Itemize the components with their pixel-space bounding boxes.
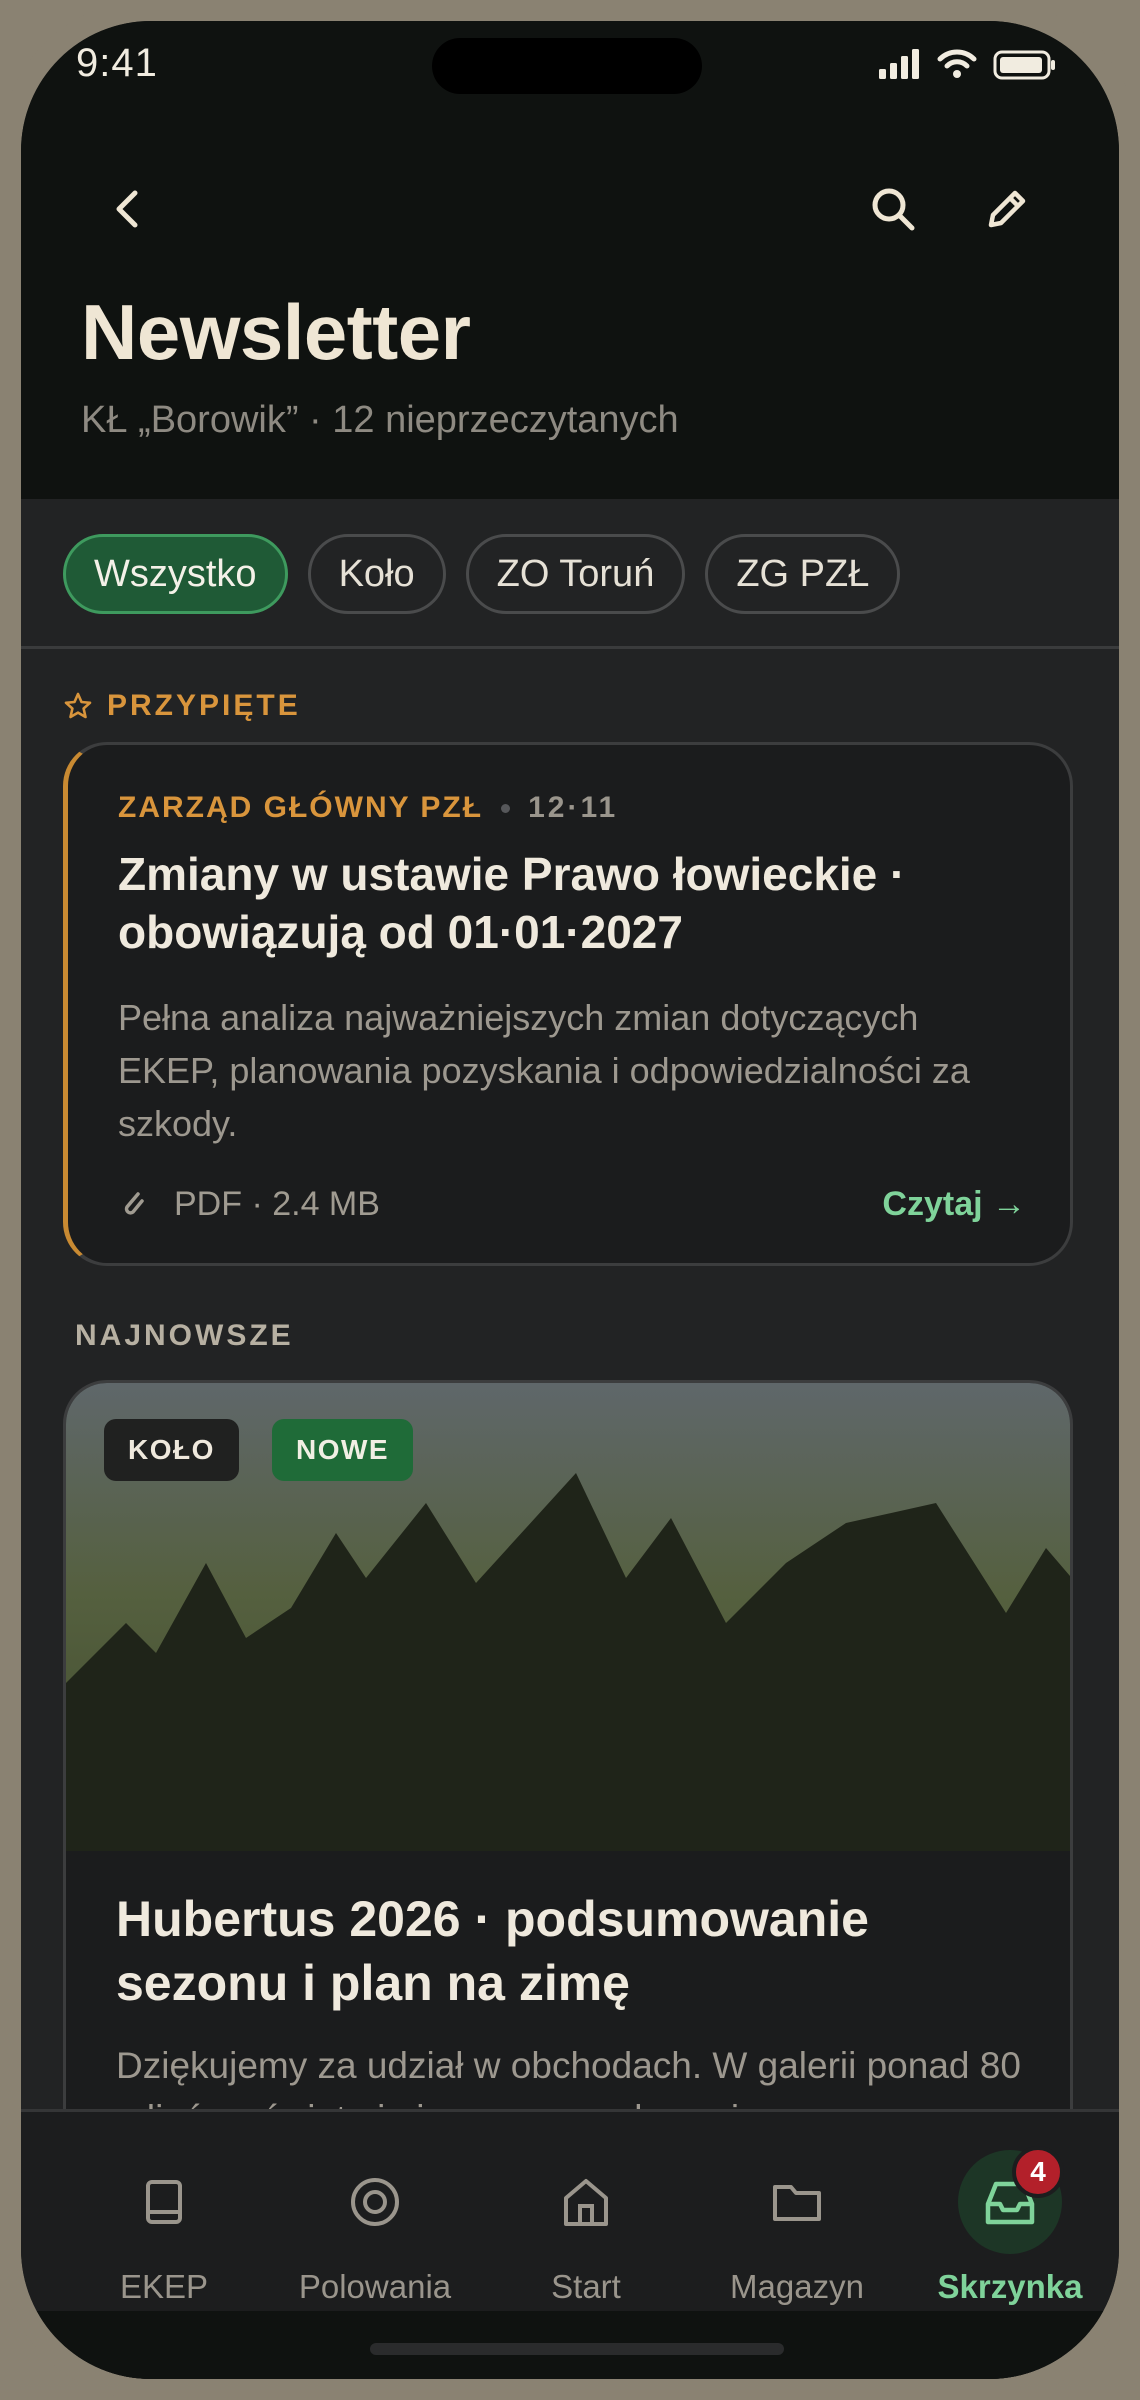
pinned-card-body: Pełna analiza najważniejszych zmian doty… (118, 997, 970, 1144)
home-icon (564, 2179, 608, 2226)
app-screen: 9:41 Newsletter KŁ „Borowik” · 12 nieprz… (21, 21, 1119, 2379)
badge-new: NOWE (272, 1419, 414, 1481)
chip-kolo[interactable]: Koło (307, 534, 446, 614)
pinned-card-title: Zmiany w ustawie Prawo łowieckie · obowi… (118, 848, 906, 958)
search-icon (872, 188, 915, 231)
pinned-section-header: PRZYPIĘTE (63, 689, 301, 723)
attachment-info: PDF · 2.4 MB (174, 1185, 380, 1223)
meta-separator (501, 803, 511, 813)
pinned-card[interactable]: ZARZĄD GŁÓWNY PZŁ 12·11 Zmiany w ustawie… (63, 742, 1073, 1266)
pinned-card-source: ZARZĄD GŁÓWNY PZŁ (118, 791, 484, 824)
nav-item-magazyn[interactable]: Magazyn (702, 2112, 892, 2312)
target-icon (351, 2178, 399, 2226)
nav-label-polowania: Polowania (298, 2268, 452, 2305)
folder-icon (773, 2185, 821, 2221)
pinned-card-attachment[interactable]: PDF · 2.4 MB (118, 1185, 380, 1224)
star-icon (64, 692, 92, 719)
unread-badge: 4 (1012, 2146, 1064, 2198)
nav-label-start: Start (551, 2268, 621, 2305)
nav-item-start[interactable]: Start (491, 2112, 681, 2312)
badge-kolo: KOŁO (104, 1419, 239, 1481)
status-time: 9:41 (76, 41, 158, 85)
signal-icon (879, 49, 919, 79)
page-title: Newsletter (81, 288, 471, 376)
back-icon (116, 190, 138, 228)
battery-icon (993, 50, 1055, 80)
dynamic-island (432, 38, 702, 94)
status-bar: 9:41 (21, 21, 1119, 131)
pinned-card-date: 12·11 (528, 791, 619, 824)
news-card-title: Hubertus 2026 · podsumowanie sezonu i pl… (116, 1891, 869, 2011)
nav-label-ekep: EKEP (119, 2268, 209, 2305)
nav-label-skrzynka: Skrzynka (937, 2268, 1083, 2305)
header: Newsletter KŁ „Borowik” · 12 nieprzeczyt… (21, 131, 1119, 499)
read-link[interactable]: Czytaj → (882, 1185, 1026, 1224)
divider (21, 646, 1119, 649)
pinned-card-meta: ZARZĄD GŁÓWNY PZŁ 12·11 (118, 791, 618, 825)
wifi-icon (937, 49, 977, 78)
book-icon (146, 2180, 182, 2224)
chip-zg-pzl[interactable]: ZG PZŁ (705, 534, 901, 614)
edit-icon (988, 190, 1026, 228)
chip-zo-torun[interactable]: ZO Toruń (465, 534, 686, 614)
pinned-section-label: PRZYPIĘTE (107, 689, 301, 722)
page-subtitle: KŁ „Borowik” · 12 nieprzeczytanych (81, 399, 679, 441)
filter-chips: Wszystko Koło ZO Toruń ZG PZŁ (63, 534, 901, 614)
chip-all[interactable]: Wszystko (63, 534, 288, 614)
nav-item-ekep[interactable]: EKEP (69, 2112, 259, 2312)
nav-label-magazyn: Magazyn (730, 2268, 864, 2305)
back-button[interactable] (97, 177, 161, 241)
latest-section-label: NAJNOWSZE (75, 1319, 294, 1352)
nav-item-polowania[interactable]: Polowania (280, 2112, 470, 2312)
phone-frame: 9:41 Newsletter KŁ „Borowik” · 12 nieprz… (0, 0, 1140, 2400)
search-button[interactable] (861, 177, 925, 241)
home-indicator[interactable] (370, 2343, 784, 2355)
compose-button[interactable] (975, 177, 1039, 241)
nav-item-skrzynka[interactable]: 4 Skrzynka (915, 2112, 1105, 2312)
paperclip-icon (124, 1191, 144, 1215)
